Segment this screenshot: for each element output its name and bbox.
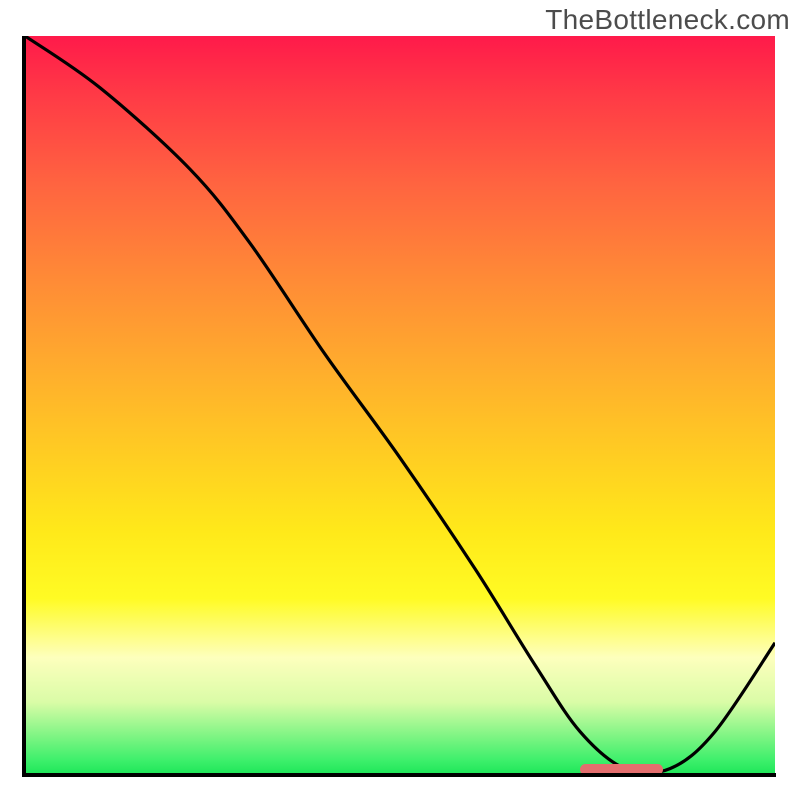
x-axis-line (22, 773, 776, 777)
chart-container: TheBottleneck.com (0, 0, 800, 800)
curve-path (25, 36, 775, 773)
bottleneck-curve (25, 36, 775, 776)
y-axis-line (22, 36, 26, 776)
watermark-text: TheBottleneck.com (545, 4, 790, 36)
plot-area (25, 36, 775, 776)
